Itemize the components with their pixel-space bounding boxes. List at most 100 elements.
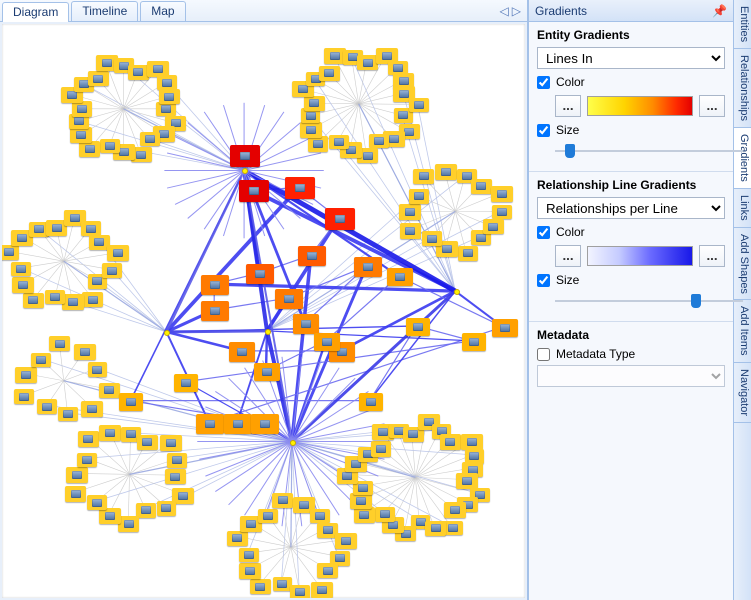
entity-node[interactable] [409,98,429,112]
entity-node[interactable] [275,289,303,309]
entity-node[interactable] [329,135,349,149]
entity-node[interactable] [31,353,51,367]
entity-node[interactable] [399,204,421,220]
entity-node[interactable] [157,501,177,515]
entity-node[interactable] [300,122,322,138]
tab-timeline[interactable]: Timeline [71,1,138,21]
entity-node[interactable] [58,407,78,421]
entity-node[interactable] [100,139,120,153]
entity-node[interactable] [491,186,513,202]
vtab-add-shapes[interactable]: Add Shapes [734,228,751,301]
entity-node[interactable] [354,257,382,277]
entity-node[interactable] [354,507,375,522]
hub-node[interactable] [290,440,296,446]
tab-nav-left-icon[interactable]: ◁ [500,4,509,18]
entity-node[interactable] [335,533,357,549]
entity-node[interactable] [285,177,316,199]
tab-nav-right-icon[interactable]: ▷ [512,4,521,18]
entity-node[interactable] [11,262,31,276]
relationship-size-slider[interactable] [555,291,743,311]
entity-node[interactable] [425,521,446,536]
entity-node[interactable] [229,342,255,361]
hub-node[interactable] [454,289,460,295]
tab-map[interactable]: Map [140,1,185,21]
entity-node[interactable] [66,467,88,483]
entity-node[interactable] [435,164,457,180]
entity-node[interactable] [12,277,34,293]
entity-node[interactable] [314,333,339,351]
hub-node[interactable] [242,168,248,174]
entity-node[interactable] [422,231,442,245]
entity-node[interactable] [128,65,149,80]
hub-node[interactable] [164,330,170,336]
entity-node[interactable] [251,414,280,435]
entity-node[interactable] [246,264,275,285]
entity-node[interactable] [165,469,186,484]
entity-node[interactable] [375,507,395,521]
entity-node[interactable] [37,399,57,413]
entity-node[interactable] [311,582,333,598]
entity-node[interactable] [298,246,327,267]
entity-node[interactable] [167,453,187,467]
entity-node[interactable] [371,441,392,456]
entity-node[interactable] [136,503,156,517]
entity-node[interactable] [201,301,229,321]
entity-node[interactable] [369,134,389,148]
entity-node[interactable] [254,363,279,381]
entity-node[interactable] [272,493,293,508]
entity-color-right-button[interactable]: ... [699,95,725,117]
entity-node[interactable] [82,292,103,307]
entity-node[interactable] [239,563,261,579]
entity-node[interactable] [440,434,461,449]
relationship-gradients-select[interactable]: Relationships per Line [537,197,725,219]
entity-node[interactable] [119,393,143,411]
metadata-type-select[interactable] [537,365,725,387]
entity-node[interactable] [77,453,97,467]
entity-node[interactable] [359,393,383,411]
entity-node[interactable] [79,141,100,156]
entity-node[interactable] [23,293,44,308]
entity-node[interactable] [458,246,479,261]
entity-node[interactable] [74,344,96,360]
entity-node[interactable] [325,208,355,230]
entity-node[interactable] [250,579,271,594]
entity-size-checkbox[interactable] [537,124,550,137]
entity-node[interactable] [102,263,122,277]
entity-node[interactable] [456,473,478,489]
entity-node[interactable] [137,435,158,450]
entity-node[interactable] [319,66,340,81]
entity-node[interactable] [15,367,37,383]
entity-node[interactable] [99,508,121,524]
entity-node[interactable] [224,414,253,435]
entity-gradients-select[interactable]: Lines In [537,47,725,69]
entity-node[interactable] [99,425,121,441]
entity-node[interactable] [290,585,310,598]
entity-node[interactable] [317,563,338,578]
entity-node[interactable] [2,245,19,260]
entity-node[interactable] [293,314,319,333]
entity-node[interactable] [62,294,84,310]
entity-node[interactable] [239,180,270,202]
entity-node[interactable] [409,189,429,203]
entity-node[interactable] [14,389,35,404]
entity-node[interactable] [492,205,512,219]
entity-node[interactable] [49,336,70,351]
entity-size-slider[interactable] [555,141,743,161]
entity-node[interactable] [159,89,180,104]
entity-node[interactable] [201,275,229,295]
entity-node[interactable] [413,169,434,184]
entity-node[interactable] [81,401,103,417]
entity-node[interactable] [157,75,177,89]
entity-node[interactable] [350,493,372,509]
relationship-color-left-button[interactable]: ... [555,245,581,267]
entity-node[interactable] [310,509,330,523]
entity-node[interactable] [461,434,483,450]
entity-node[interactable] [81,221,101,235]
entity-node[interactable] [239,548,259,562]
pin-icon[interactable]: 📌 [712,4,727,18]
entity-node[interactable] [196,414,225,435]
entity-node[interactable] [230,145,261,167]
entity-node[interactable] [444,502,466,518]
vtab-relationships[interactable]: Relationships [734,49,751,128]
vtab-navigator[interactable]: Navigator [734,363,751,423]
